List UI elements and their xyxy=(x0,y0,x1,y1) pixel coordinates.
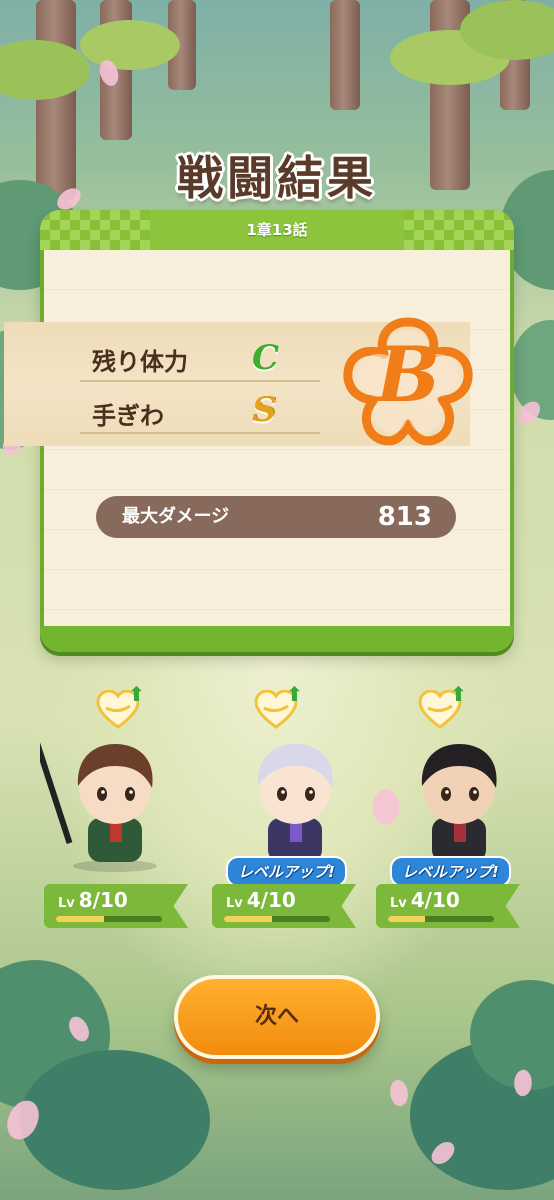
skill-grade: S xyxy=(252,390,277,430)
remaining-hp-grade: C xyxy=(252,338,280,378)
panel-header: 1章13話 xyxy=(40,210,514,250)
character-sprite xyxy=(40,728,157,872)
level-up-badge: レベルアップ! xyxy=(228,858,345,885)
exp-bar xyxy=(224,916,330,922)
level-prefix: Lv xyxy=(390,896,407,911)
overall-grade: B xyxy=(375,330,441,419)
divider xyxy=(80,380,320,382)
exp-bar-fill xyxy=(388,916,426,922)
level-tag: Lv 8/10 xyxy=(44,884,188,928)
max-damage-bar: 最大ダメージ 813 xyxy=(96,496,456,538)
level-prefix: Lv xyxy=(58,896,75,911)
remaining-hp-label: 残り体力 xyxy=(92,348,188,376)
battle-result-title: 戦闘結果 xyxy=(177,151,377,205)
panel-footer xyxy=(40,626,514,652)
exp-bar-fill xyxy=(224,916,272,922)
level-prefix: Lv xyxy=(226,896,243,911)
up-arrow-icon: ⬆ xyxy=(286,682,303,706)
skill-label: 手ぎわ xyxy=(92,402,164,430)
exp-bar xyxy=(388,916,494,922)
divider xyxy=(80,432,320,434)
character-sprite xyxy=(253,744,337,872)
chapter-label: 1章13話 xyxy=(246,221,308,239)
level-value: 4/10 xyxy=(246,888,296,912)
next-button[interactable]: 次へ xyxy=(174,975,380,1059)
exp-bar-fill xyxy=(56,916,104,922)
level-value: 8/10 xyxy=(78,888,128,912)
level-up-badge: レベルアップ! xyxy=(392,858,509,885)
exp-bar xyxy=(56,916,162,922)
up-arrow-icon: ⬆ xyxy=(450,682,467,706)
up-arrow-icon: ⬆ xyxy=(128,682,145,706)
max-damage-label: 最大ダメージ xyxy=(122,506,230,527)
level-tag: Lv 4/10 xyxy=(376,884,520,928)
level-value: 4/10 xyxy=(410,888,460,912)
level-tag: Lv 4/10 xyxy=(212,884,356,928)
max-damage-value: 813 xyxy=(377,502,432,532)
character-sprite xyxy=(417,744,501,872)
